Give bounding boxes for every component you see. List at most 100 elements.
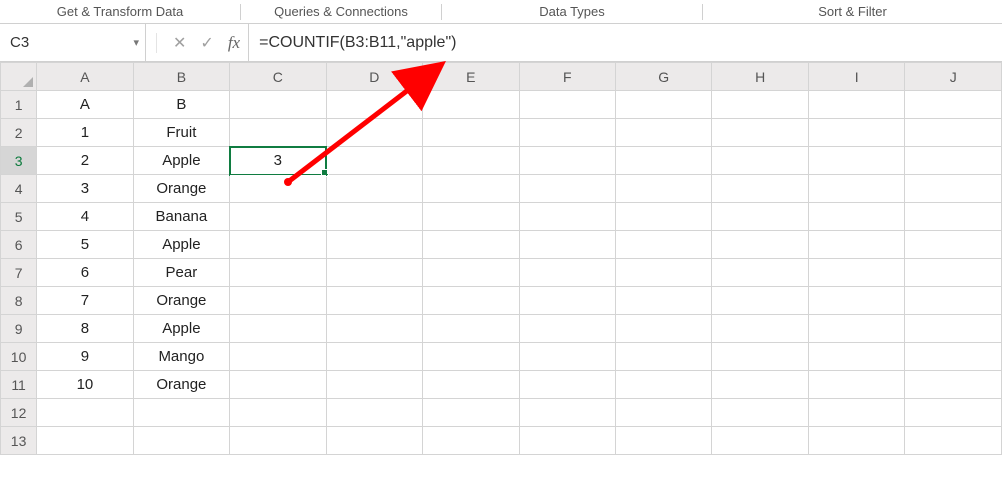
cell-A4[interactable]: 3 xyxy=(37,175,133,203)
cell-B1[interactable]: B xyxy=(133,91,229,119)
cell-D7[interactable] xyxy=(326,259,422,287)
cell-A9[interactable]: 8 xyxy=(37,315,133,343)
cell-D5[interactable] xyxy=(326,203,422,231)
col-header-H[interactable]: H xyxy=(712,63,808,91)
cell-G10[interactable] xyxy=(615,343,711,371)
cell-A10[interactable]: 9 xyxy=(37,343,133,371)
cell-G11[interactable] xyxy=(615,371,711,399)
cell-E1[interactable] xyxy=(423,91,519,119)
cell-A1[interactable]: A xyxy=(37,91,133,119)
cell-A13[interactable] xyxy=(37,427,133,455)
enter-formula-icon[interactable]: ✓ xyxy=(200,33,213,53)
cell-C9[interactable] xyxy=(230,315,326,343)
cell-G6[interactable] xyxy=(615,231,711,259)
cell-F11[interactable] xyxy=(519,371,615,399)
col-header-C[interactable]: C xyxy=(230,63,326,91)
cell-H7[interactable] xyxy=(712,259,808,287)
cell-B4[interactable]: Orange xyxy=(133,175,229,203)
cell-D2[interactable] xyxy=(326,119,422,147)
col-header-E[interactable]: E xyxy=(423,63,519,91)
chevron-down-icon[interactable]: ▾ xyxy=(133,36,139,49)
cell-J10[interactable] xyxy=(905,343,1002,371)
cell-I6[interactable] xyxy=(808,231,904,259)
cell-D4[interactable] xyxy=(326,175,422,203)
name-box[interactable]: C3 ▾ xyxy=(0,24,146,61)
cell-B6[interactable]: Apple xyxy=(133,231,229,259)
cell-B5[interactable]: Banana xyxy=(133,203,229,231)
cell-J11[interactable] xyxy=(905,371,1002,399)
cell-J7[interactable] xyxy=(905,259,1002,287)
cell-G13[interactable] xyxy=(615,427,711,455)
col-header-B[interactable]: B xyxy=(133,63,229,91)
cell-A2[interactable]: 1 xyxy=(37,119,133,147)
cell-I12[interactable] xyxy=(808,399,904,427)
cell-B7[interactable]: Pear xyxy=(133,259,229,287)
cell-E10[interactable] xyxy=(423,343,519,371)
col-header-G[interactable]: G xyxy=(615,63,711,91)
row-header-5[interactable]: 5 xyxy=(1,203,37,231)
cell-E5[interactable] xyxy=(423,203,519,231)
row-header-7[interactable]: 7 xyxy=(1,259,37,287)
fx-icon[interactable]: fx xyxy=(228,33,240,53)
cell-J6[interactable] xyxy=(905,231,1002,259)
cell-H3[interactable] xyxy=(712,147,808,175)
cell-G1[interactable] xyxy=(615,91,711,119)
row-header-8[interactable]: 8 xyxy=(1,287,37,315)
cell-I10[interactable] xyxy=(808,343,904,371)
cell-A7[interactable]: 6 xyxy=(37,259,133,287)
cell-C4[interactable] xyxy=(230,175,326,203)
cell-J9[interactable] xyxy=(905,315,1002,343)
cell-C1[interactable] xyxy=(230,91,326,119)
cell-G9[interactable] xyxy=(615,315,711,343)
cell-I3[interactable] xyxy=(808,147,904,175)
cell-E13[interactable] xyxy=(423,427,519,455)
cell-A5[interactable]: 4 xyxy=(37,203,133,231)
cell-B2[interactable]: Fruit xyxy=(133,119,229,147)
cell-I4[interactable] xyxy=(808,175,904,203)
cell-H13[interactable] xyxy=(712,427,808,455)
row-header-3[interactable]: 3 xyxy=(1,147,37,175)
col-header-J[interactable]: J xyxy=(905,63,1002,91)
cell-F9[interactable] xyxy=(519,315,615,343)
cell-B8[interactable]: Orange xyxy=(133,287,229,315)
cell-B10[interactable]: Mango xyxy=(133,343,229,371)
row-header-11[interactable]: 11 xyxy=(1,371,37,399)
col-header-F[interactable]: F xyxy=(519,63,615,91)
cell-D13[interactable] xyxy=(326,427,422,455)
cell-J12[interactable] xyxy=(905,399,1002,427)
select-all-corner[interactable] xyxy=(1,63,37,91)
cell-C11[interactable] xyxy=(230,371,326,399)
spreadsheet-grid[interactable]: A B C D E F G H I J 1AB21Fruit32Apple343… xyxy=(0,62,1002,455)
cell-A3[interactable]: 2 xyxy=(37,147,133,175)
cell-I2[interactable] xyxy=(808,119,904,147)
row-header-2[interactable]: 2 xyxy=(1,119,37,147)
cell-J4[interactable] xyxy=(905,175,1002,203)
cell-C2[interactable] xyxy=(230,119,326,147)
cell-F7[interactable] xyxy=(519,259,615,287)
cell-D10[interactable] xyxy=(326,343,422,371)
cell-A12[interactable] xyxy=(37,399,133,427)
cell-B13[interactable] xyxy=(133,427,229,455)
cell-G2[interactable] xyxy=(615,119,711,147)
cell-F13[interactable] xyxy=(519,427,615,455)
cell-D6[interactable] xyxy=(326,231,422,259)
cell-E2[interactable] xyxy=(423,119,519,147)
cell-C12[interactable] xyxy=(230,399,326,427)
row-header-1[interactable]: 1 xyxy=(1,91,37,119)
cell-I7[interactable] xyxy=(808,259,904,287)
cell-H9[interactable] xyxy=(712,315,808,343)
cell-C8[interactable] xyxy=(230,287,326,315)
col-header-I[interactable]: I xyxy=(808,63,904,91)
cell-B9[interactable]: Apple xyxy=(133,315,229,343)
row-header-12[interactable]: 12 xyxy=(1,399,37,427)
cell-J8[interactable] xyxy=(905,287,1002,315)
cell-B3[interactable]: Apple xyxy=(133,147,229,175)
cell-F10[interactable] xyxy=(519,343,615,371)
row-header-13[interactable]: 13 xyxy=(1,427,37,455)
row-header-9[interactable]: 9 xyxy=(1,315,37,343)
row-header-4[interactable]: 4 xyxy=(1,175,37,203)
cell-H6[interactable] xyxy=(712,231,808,259)
cell-E11[interactable] xyxy=(423,371,519,399)
cell-F8[interactable] xyxy=(519,287,615,315)
cell-D3[interactable] xyxy=(326,147,422,175)
